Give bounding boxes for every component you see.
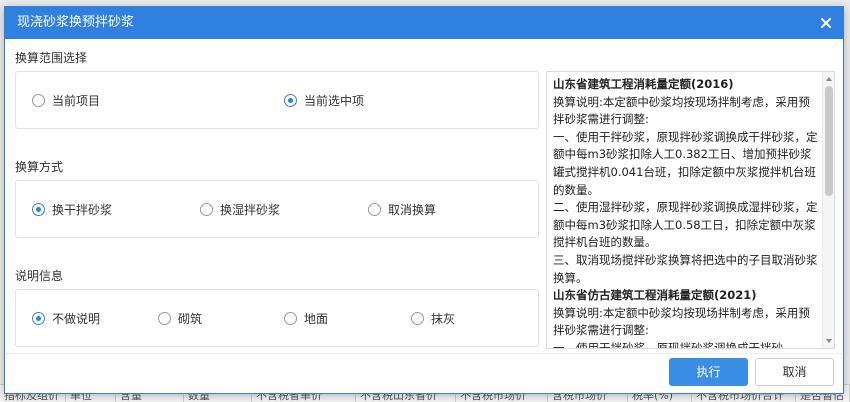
note-group: 不做说明 砌筑 地面 抹灰 xyxy=(15,289,539,347)
radio-label: 当前项目 xyxy=(52,93,101,108)
radio-plaster[interactable]: 抹灰 xyxy=(411,290,455,346)
description-scrollbar[interactable] xyxy=(822,72,834,348)
scrollbar-thumb[interactable] xyxy=(825,86,833,196)
description-text: 山东省建筑工程消耗量定额(2016) 换算说明:本定额中砂浆均按现场拌制考虑，采… xyxy=(553,76,819,349)
radio-label: 换湿拌砂浆 xyxy=(220,202,281,217)
radio-dry-mortar[interactable]: 换干拌砂浆 xyxy=(32,181,112,237)
description-panel[interactable]: 山东省建筑工程消耗量定额(2016) 换算说明:本定额中砂浆均按现场拌制考虑，采… xyxy=(546,71,835,349)
method-group: 换干拌砂浆 换湿拌砂浆 取消换算 xyxy=(15,180,539,238)
radio-label: 地面 xyxy=(304,311,329,326)
description-paragraph: 一、使用干拌砂浆，原现拌砂浆调换成干拌砂浆，定额中每m3砂浆扣除人工0.382工… xyxy=(553,129,818,197)
radio-indicator-checked xyxy=(284,93,297,107)
radio-current-project[interactable]: 当前项目 xyxy=(32,72,100,128)
range-group: 当前项目 当前选中项 xyxy=(15,71,539,129)
scroll-up-icon[interactable] xyxy=(825,75,833,83)
radio-label: 当前选中项 xyxy=(304,93,365,108)
description-paragraph: 三、取消现场搅拌砂浆换算将把选中的子目取消砂浆换算。 xyxy=(553,252,818,285)
mortar-conversion-dialog: 现浇砂浆换预拌砂浆 换算范围选择 当前项目 当前选中项 换算方式 换干拌砂浆 换… xyxy=(4,6,844,394)
scroll-down-icon[interactable] xyxy=(825,337,833,345)
radio-label: 不做说明 xyxy=(52,311,101,326)
radio-label: 取消换算 xyxy=(388,202,437,217)
description-paragraph: 换算说明:本定额中砂浆均按现场拌制考虑，采用预拌砂浆需进行调整: xyxy=(553,305,810,338)
execute-button[interactable]: 执行 xyxy=(669,358,748,386)
close-icon[interactable] xyxy=(817,14,835,32)
dialog-titlebar: 现浇砂浆换预拌砂浆 xyxy=(5,7,843,39)
description-paragraph: 换算说明:本定额中砂浆均按现场拌制考虑，采用预拌砂浆需进行调整: xyxy=(553,94,810,127)
radio-indicator xyxy=(32,93,45,107)
radio-no-note[interactable]: 不做说明 xyxy=(32,290,100,346)
radio-masonry[interactable]: 砌筑 xyxy=(158,290,202,346)
range-section-label: 换算范围选择 xyxy=(15,51,88,65)
description-paragraph: 二、使用湿拌砂浆，原现拌砂浆调换成湿拌砂浆，定额中每m3砂浆扣除人工0.58工日… xyxy=(553,200,818,250)
footer-divider xyxy=(5,353,843,354)
radio-indicator-checked xyxy=(32,311,45,325)
radio-indicator xyxy=(284,311,297,325)
radio-floor[interactable]: 地面 xyxy=(284,290,328,346)
radio-label: 换干拌砂浆 xyxy=(52,202,113,217)
description-heading: 山东省建筑工程消耗量定额(2016) xyxy=(553,77,734,91)
method-section-label: 换算方式 xyxy=(15,160,64,174)
radio-current-selection[interactable]: 当前选中项 xyxy=(284,72,364,128)
radio-cancel-conversion[interactable]: 取消换算 xyxy=(368,181,436,237)
description-paragraph: 一、使用干拌砂浆，原现拌砂浆调换成干拌砂 xyxy=(553,340,783,349)
radio-indicator xyxy=(368,202,381,216)
cancel-button[interactable]: 取消 xyxy=(755,358,834,386)
description-heading: 山东省仿古建筑工程消耗量定额(2021) xyxy=(553,288,757,303)
dialog-title: 现浇砂浆换预拌砂浆 xyxy=(17,15,135,30)
radio-indicator xyxy=(158,311,171,325)
radio-label: 抹灰 xyxy=(431,311,456,326)
radio-wet-mortar[interactable]: 换湿拌砂浆 xyxy=(200,181,280,237)
radio-indicator xyxy=(411,311,424,325)
radio-indicator xyxy=(200,202,213,216)
radio-label: 砌筑 xyxy=(178,311,203,326)
radio-indicator-checked xyxy=(32,202,45,216)
note-section-label: 说明信息 xyxy=(15,269,64,283)
